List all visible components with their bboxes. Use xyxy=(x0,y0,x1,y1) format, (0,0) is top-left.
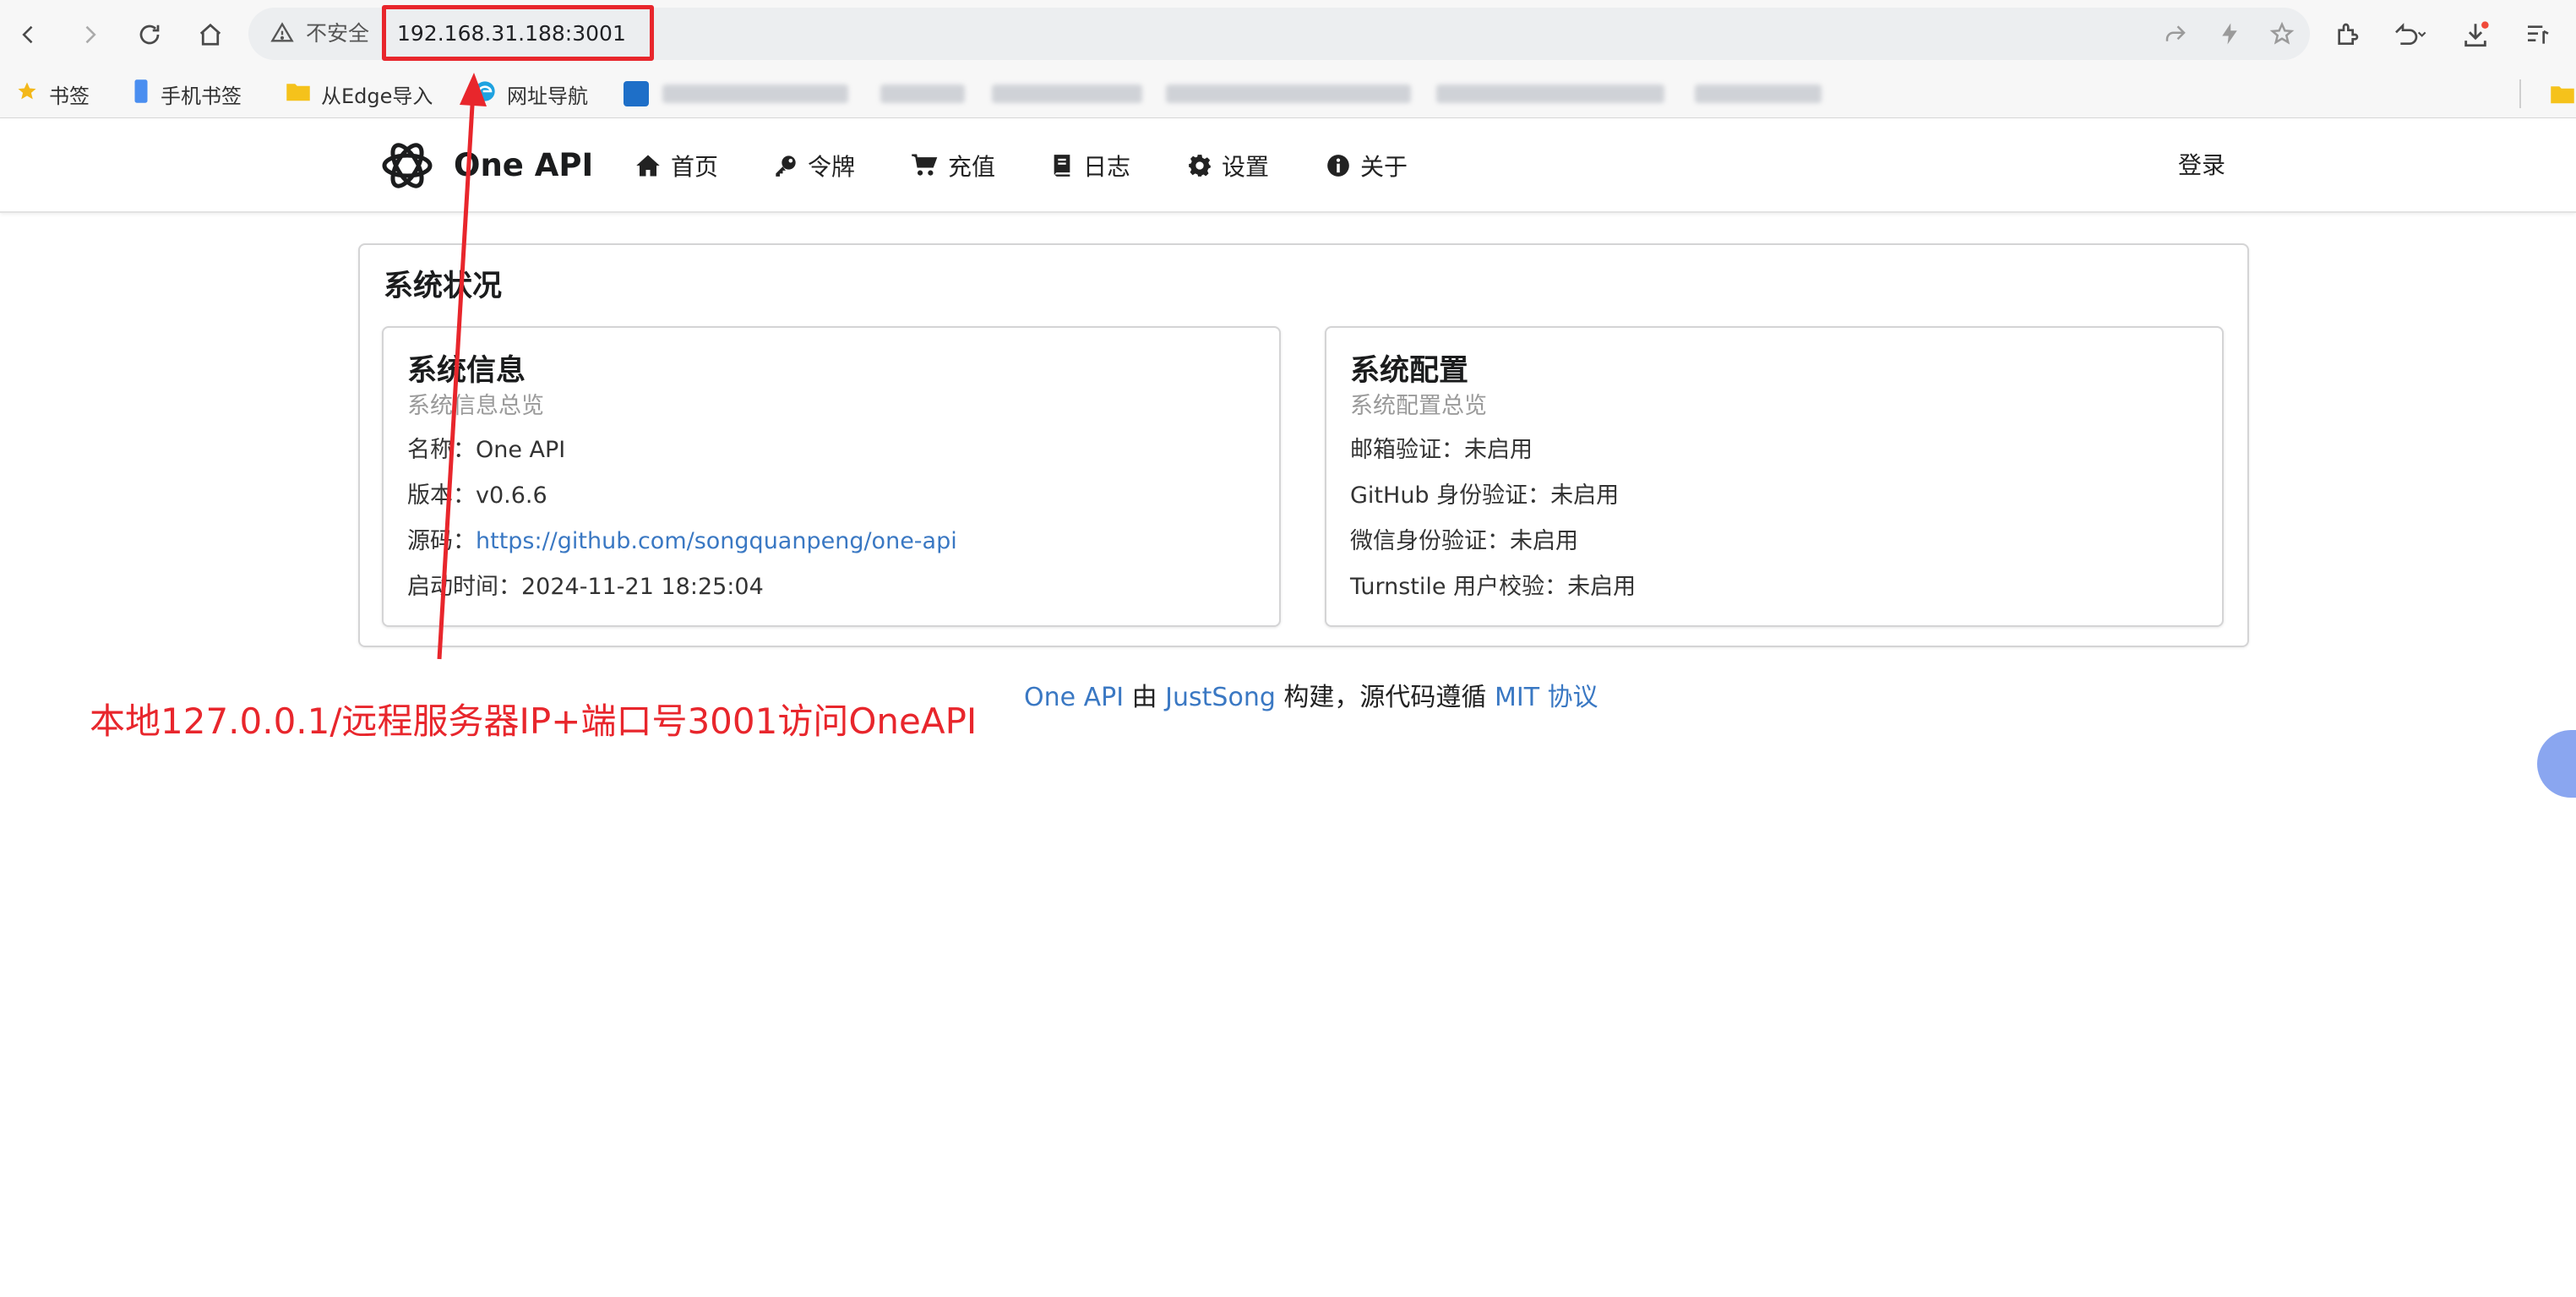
blurred-bookmark[interactable] xyxy=(1166,84,1411,103)
bookmark-label: 手机书签 xyxy=(161,84,242,108)
bookmark-item[interactable]: 从Edge导入 xyxy=(286,69,433,118)
system-info-title: 系统信息 xyxy=(407,354,526,388)
row-label: 名称： xyxy=(407,437,476,463)
gear-icon xyxy=(1188,154,1212,177)
home-icon xyxy=(635,154,661,177)
nav-label: 充值 xyxy=(948,153,996,181)
extensions-icon[interactable] xyxy=(2334,21,2361,48)
cart-icon xyxy=(911,154,938,177)
nav-logs[interactable]: 日志 xyxy=(1051,118,1130,213)
bookmark-label: 从Edge导入 xyxy=(321,84,433,108)
system-status-card: 系统状况 系统信息 系统信息总览 名称：One API 版本：v0.6.6 源码… xyxy=(358,243,2249,647)
footer-author-link[interactable]: JustSong xyxy=(1165,683,1276,712)
nav-label: 首页 xyxy=(671,153,719,181)
info-row-name: 名称：One API xyxy=(407,431,565,464)
history-icon[interactable] xyxy=(2391,21,2428,48)
blurred-bookmark[interactable] xyxy=(1436,84,1664,103)
config-row: 微信身份验证：未启用 xyxy=(1350,528,1578,554)
back-icon[interactable] xyxy=(17,23,41,46)
system-config-title: 系统配置 xyxy=(1350,354,1469,388)
config-row: 邮箱验证：未启用 xyxy=(1350,437,1533,463)
nav-settings[interactable]: 设置 xyxy=(1188,118,1269,213)
nav-label: 日志 xyxy=(1083,153,1131,181)
lightning-icon[interactable] xyxy=(2217,21,2242,50)
footer-license-link[interactable]: MIT 协议 xyxy=(1495,683,1598,712)
footer-text: 构建，源代码遵循 xyxy=(1275,683,1495,712)
bookmark-item[interactable]: 网址导航 xyxy=(473,69,588,118)
nav-home[interactable]: 首页 xyxy=(635,118,718,213)
system-info-subtitle: 系统信息总览 xyxy=(407,393,544,419)
nav-label: 令牌 xyxy=(808,153,856,181)
blurred-bookmark[interactable] xyxy=(662,84,848,103)
star-icon xyxy=(15,79,39,108)
openai-logo-icon[interactable] xyxy=(377,135,438,199)
row-value: 2024-11-21 18:25:04 xyxy=(521,574,764,600)
info-row-version: 版本：v0.6.6 xyxy=(407,477,547,510)
bookmarks-bar: 书签 手机书签 从Edge导入 网址导航 xyxy=(0,69,2576,118)
footer-project-link[interactable]: One API xyxy=(1024,683,1124,712)
brand-name[interactable]: One API xyxy=(454,118,593,213)
config-row: Turnstile 用户校验：未启用 xyxy=(1350,574,1637,600)
info-icon xyxy=(1326,154,1350,177)
nav-label: 关于 xyxy=(1360,153,1408,181)
system-status-title: 系统状况 xyxy=(384,270,503,303)
system-config-subtitle: 系统配置总览 xyxy=(1350,393,1487,419)
reading-list-icon[interactable] xyxy=(2524,21,2551,48)
system-info-card: 系统信息 系统信息总览 名称：One API 版本：v0.6.6 源码：http… xyxy=(382,326,1281,627)
nav-topup[interactable]: 充值 xyxy=(911,118,995,213)
annotation-text: 本地127.0.0.1/远程服务器IP+端口号3001访问OneAPI xyxy=(90,700,978,742)
row-label: 版本： xyxy=(407,482,476,509)
system-config-card: 系统配置 系统配置总览 邮箱验证：未启用 GitHub 身份验证：未启用 微信身… xyxy=(1325,326,2224,627)
config-row: GitHub 身份验证：未启用 xyxy=(1350,482,1620,509)
outlook-icon[interactable] xyxy=(624,81,649,106)
phone-icon xyxy=(132,79,150,109)
downloads-icon[interactable] xyxy=(2461,20,2490,49)
blurred-bookmark[interactable] xyxy=(1695,84,1822,103)
info-row-start-time: 启动时间：2024-11-21 18:25:04 xyxy=(407,568,764,601)
folder-icon xyxy=(286,80,311,107)
side-assistant-bubble[interactable] xyxy=(2537,730,2576,798)
source-link[interactable]: https://github.com/songquanpeng/one-api xyxy=(476,528,957,554)
login-link[interactable]: 登录 xyxy=(2178,118,2225,213)
key-icon xyxy=(774,154,798,177)
nav-about[interactable]: 关于 xyxy=(1326,118,1408,213)
book-icon xyxy=(1051,154,1073,177)
footer-text: 由 xyxy=(1124,683,1166,712)
row-label: 源码： xyxy=(407,528,476,554)
row-value: v0.6.6 xyxy=(476,482,547,509)
nav-tokens[interactable]: 令牌 xyxy=(774,118,855,213)
bookmark-label: 网址导航 xyxy=(507,84,588,108)
row-label: 启动时间： xyxy=(407,574,521,600)
app-navbar: One API 首页 令牌 充值 日志 设置 关于 登录 xyxy=(0,118,2576,213)
nav-label: 设置 xyxy=(1222,153,1270,181)
blurred-bookmark[interactable] xyxy=(880,84,965,103)
forward-icon[interactable] xyxy=(78,23,101,46)
info-row-source: 源码：https://github.com/songquanpeng/one-a… xyxy=(407,522,957,555)
reload-icon[interactable] xyxy=(137,22,162,47)
browser-toolbar: 不安全 192.168.31.188:3001 xyxy=(0,0,2576,69)
home-icon[interactable] xyxy=(198,22,223,47)
footer: One API 由 JustSong 构建，源代码遵循 MIT 协议 xyxy=(1024,676,1598,713)
bookmark-label: 书签 xyxy=(49,84,90,108)
blurred-bookmark[interactable] xyxy=(992,84,1142,103)
url-highlight-box xyxy=(382,5,654,61)
folder-icon[interactable] xyxy=(2550,83,2575,108)
row-value: One API xyxy=(476,437,566,463)
edge-icon xyxy=(473,79,497,108)
warning-icon xyxy=(270,21,294,48)
screenshot-root: 不安全 192.168.31.188:3001 书签 手机书签 从Edge导入 … xyxy=(0,0,2576,1297)
share-icon[interactable] xyxy=(2163,21,2188,50)
insecure-label: 不安全 xyxy=(306,21,370,46)
bookmark-item[interactable]: 书签 xyxy=(15,69,90,118)
bookmark-item[interactable]: 手机书签 xyxy=(132,69,242,118)
bookmarks-divider xyxy=(2519,79,2521,108)
star-icon[interactable] xyxy=(2269,21,2295,50)
